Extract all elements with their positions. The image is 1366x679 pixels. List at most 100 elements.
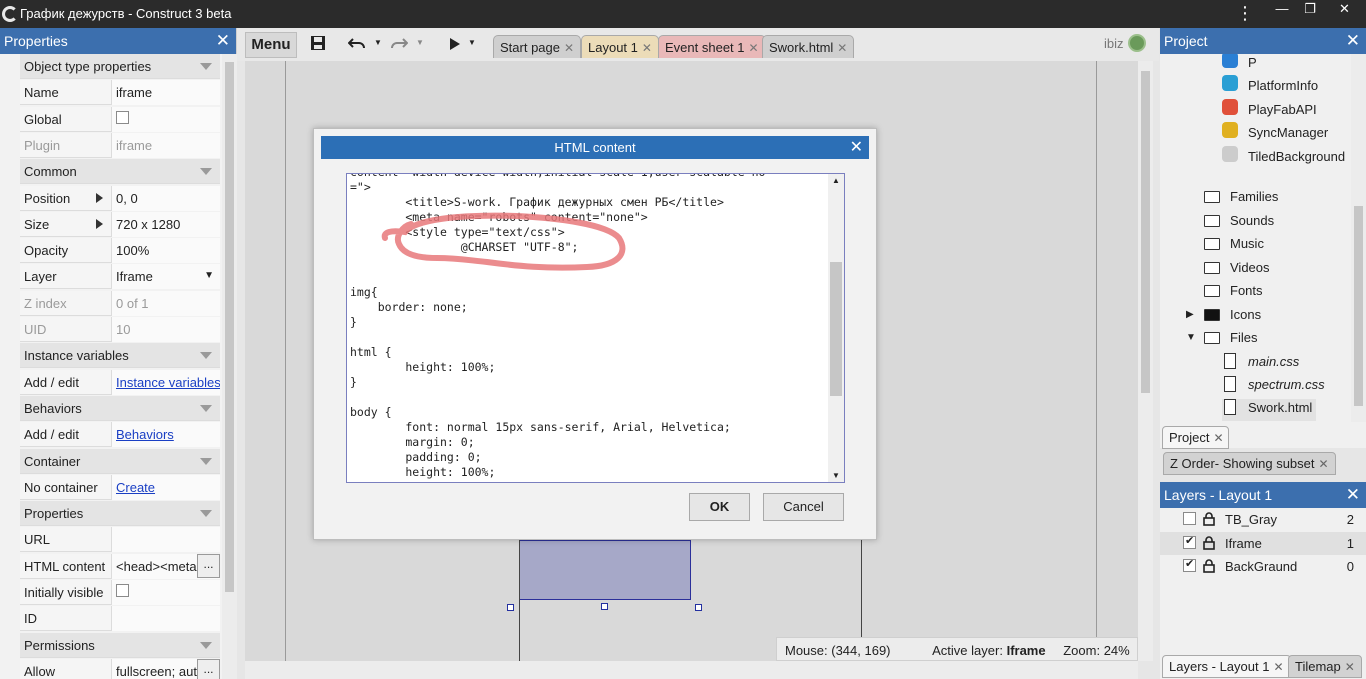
resize-handle[interactable] [601, 603, 608, 610]
tab-layers-layout-1[interactable]: Layers - Layout 1 ✕ [1162, 655, 1291, 678]
collapse-icon[interactable]: ▼ [1186, 332, 1196, 343]
canvas-horizontal-scrollbar[interactable] [245, 661, 1138, 679]
property-value[interactable] [111, 527, 220, 553]
user-avatar[interactable] [1128, 34, 1146, 52]
scroll-down-icon[interactable]: ▼ [832, 471, 840, 480]
canvas-vertical-scrollbar[interactable] [1138, 61, 1153, 661]
project-file-item[interactable]: Swork.html [1222, 399, 1316, 421]
checkbox[interactable] [116, 584, 129, 597]
property-link-text[interactable]: Behaviors [116, 427, 174, 442]
close-tab-icon[interactable]: ✕ [837, 41, 847, 55]
tab-tilemap[interactable]: Tilemap ✕ [1288, 655, 1362, 678]
layer-visibility-checkbox[interactable] [1183, 534, 1196, 549]
html-code-editor[interactable]: content="width=device-width,initial-scal… [346, 173, 845, 483]
code-scrollbar[interactable]: ▲ ▼ [828, 174, 844, 482]
collapse-icon[interactable] [200, 457, 212, 465]
property-value[interactable]: iframe [111, 80, 220, 106]
collapse-icon[interactable] [200, 352, 212, 360]
edit-dots-button[interactable]: ... [197, 658, 220, 679]
layer-visibility-checkbox[interactable] [1183, 557, 1196, 572]
maximize-button[interactable]: ❐ [1295, 0, 1325, 28]
property-value[interactable]: Iframe ▼ [111, 264, 220, 290]
property-link-text[interactable]: Instance variables [116, 375, 220, 390]
property-category[interactable]: Behaviors [20, 395, 220, 421]
layer-row[interactable]: Iframe 1 [1160, 531, 1366, 555]
lock-icon[interactable] [1203, 512, 1215, 526]
checkbox[interactable] [116, 110, 129, 124]
play-icon[interactable] [449, 37, 461, 51]
collapse-icon[interactable] [200, 404, 212, 412]
minimize-button[interactable]: — [1267, 0, 1297, 28]
save-icon[interactable] [310, 35, 326, 51]
close-window-button[interactable]: ✕ [1323, 0, 1366, 28]
property-value[interactable]: 100% [111, 238, 220, 264]
layer-row[interactable]: BackGraund 0 [1160, 555, 1366, 578]
property-value[interactable]: <head><meta... [111, 553, 220, 579]
redo-icon[interactable] [390, 36, 408, 50]
property-category[interactable]: Instance variables [20, 343, 220, 369]
play-dropdown-icon[interactable]: ▼ [468, 38, 476, 47]
close-dialog-icon[interactable]: ✕ [850, 136, 863, 159]
zorder-tab[interactable]: Z Order- Showing subset ✕ [1163, 452, 1336, 475]
close-layers-icon[interactable]: ✕ [1346, 482, 1360, 508]
property-value[interactable] [111, 606, 220, 632]
edit-dots-button[interactable]: ... [197, 553, 220, 578]
collapse-icon[interactable] [200, 510, 212, 518]
layer-row[interactable]: TB_Gray 2 [1160, 508, 1366, 531]
close-tab-icon[interactable]: ✕ [1273, 660, 1283, 674]
property-category[interactable]: Common [20, 159, 220, 185]
scroll-up-icon[interactable]: ▲ [832, 176, 840, 185]
tab-start-page[interactable]: Start page ✕ [493, 35, 582, 58]
resize-handle[interactable] [695, 604, 702, 611]
close-tab-icon[interactable]: ✕ [564, 41, 574, 55]
property-value[interactable]: 0 of 1 [111, 290, 220, 316]
close-properties-icon[interactable]: ✕ [216, 28, 230, 54]
menu-button[interactable]: Menu [245, 32, 297, 58]
property-value[interactable]: 720 x 1280 [111, 211, 220, 237]
property-value[interactable]: fullscreen; autoplay... [111, 658, 220, 679]
iframe-object[interactable] [519, 540, 691, 600]
property-link[interactable]: Create [111, 474, 220, 500]
property-value[interactable]: 10 [111, 317, 220, 342]
property-link[interactable]: Instance variables [111, 369, 220, 395]
tab-swork-html[interactable]: Swork.html ✕ [762, 35, 855, 58]
project-scrollbar[interactable] [1351, 54, 1366, 422]
code-text[interactable]: content="width=device-width,initial-scal… [350, 174, 828, 482]
property-category[interactable]: Container [20, 448, 220, 474]
project-bottom-tab[interactable]: Project ✕ [1162, 426, 1229, 449]
redo-dropdown-icon[interactable]: ▼ [416, 38, 424, 47]
canvas-vscroll-thumb[interactable] [1141, 71, 1150, 393]
close-tab-icon[interactable]: ✕ [749, 41, 759, 55]
tab-layout-1[interactable]: Layout 1 ✕ [581, 35, 659, 58]
layer-visibility-checkbox[interactable] [1183, 512, 1196, 525]
property-value[interactable]: iframe [111, 132, 220, 158]
resize-handle[interactable] [507, 604, 514, 611]
property-checkbox[interactable] [111, 106, 220, 132]
property-checkbox[interactable] [111, 580, 220, 605]
undo-dropdown-icon[interactable]: ▼ [374, 38, 382, 47]
code-scroll-thumb[interactable] [830, 262, 842, 396]
collapse-icon[interactable] [200, 168, 212, 176]
property-link-text[interactable]: Create [116, 480, 155, 495]
close-tab-icon[interactable]: ✕ [1345, 660, 1355, 674]
dropdown-arrow-icon[interactable]: ▼ [204, 270, 214, 281]
property-category[interactable]: Object type properties [20, 54, 220, 79]
property-category[interactable]: Properties [20, 501, 220, 527]
lock-icon[interactable] [1203, 535, 1215, 550]
expand-icon[interactable]: ▶ [1186, 309, 1194, 320]
expand-arrow-icon[interactable] [96, 192, 103, 203]
property-category[interactable]: Permissions [20, 632, 220, 658]
collapse-icon[interactable] [200, 63, 212, 70]
property-link[interactable]: Behaviors [111, 422, 220, 448]
close-tab-icon[interactable]: ✕ [1213, 431, 1223, 445]
property-value[interactable]: 0, 0 [111, 185, 220, 211]
project-scroll-thumb[interactable] [1354, 206, 1363, 406]
more-menu-icon[interactable]: ⋮ [1236, 3, 1254, 23]
undo-icon[interactable] [348, 36, 366, 50]
cancel-button[interactable]: Cancel [763, 493, 844, 521]
close-tab-icon[interactable]: ✕ [642, 41, 652, 55]
properties-scrollbar[interactable] [222, 54, 237, 679]
tab-event-sheet-1[interactable]: Event sheet 1 ✕ [658, 35, 766, 58]
properties-scroll-thumb[interactable] [225, 62, 234, 592]
close-project-icon[interactable]: ✕ [1346, 28, 1360, 54]
